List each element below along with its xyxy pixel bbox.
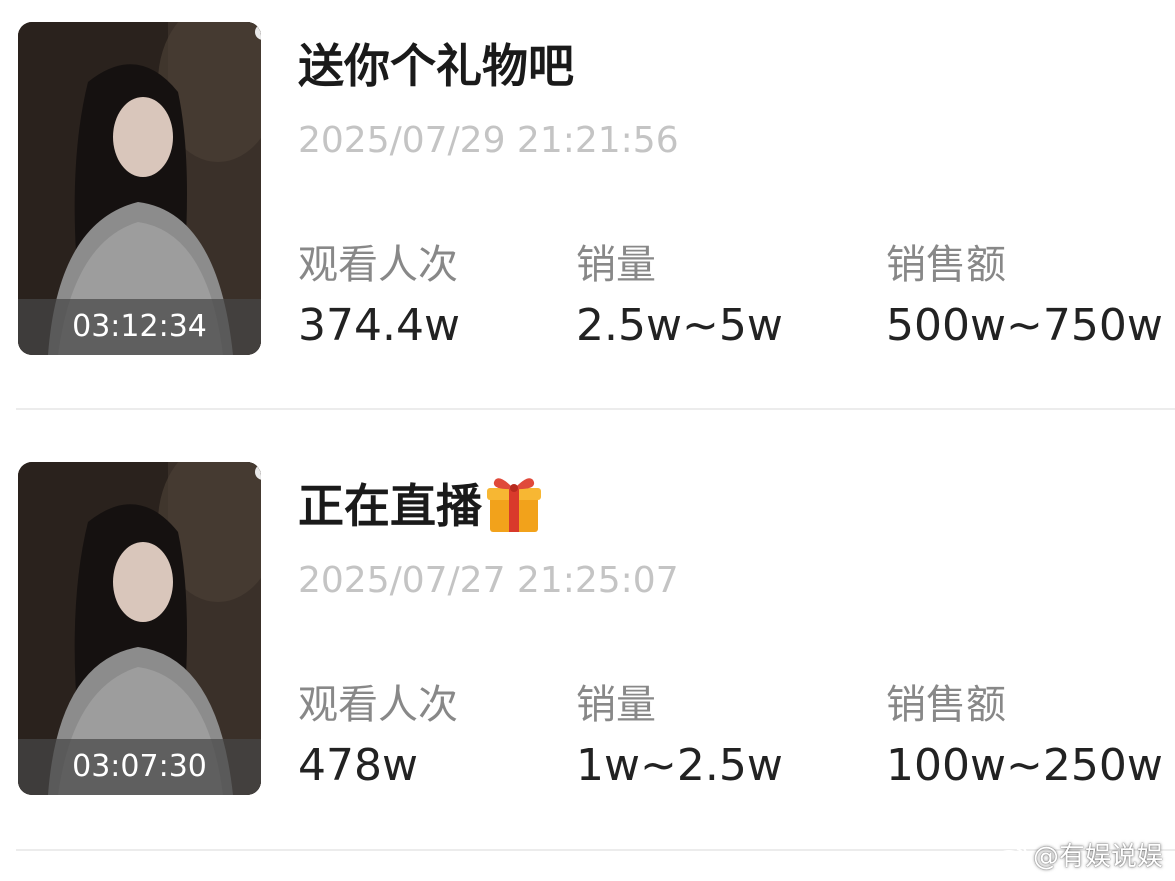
stat-amount-value: 100w~250w bbox=[886, 740, 1163, 791]
weibo-logo-icon bbox=[995, 843, 1027, 868]
live-title-text: 送你个礼物吧 bbox=[298, 39, 574, 93]
gift-emoji-icon bbox=[487, 478, 541, 532]
live-thumbnail[interactable]: 03:07:30 bbox=[18, 462, 261, 795]
live-title-text: 正在直播 bbox=[298, 479, 482, 533]
stat-amount: 销售额 100w~250w bbox=[886, 672, 1163, 791]
stat-sales-value: 2.5w~5w bbox=[576, 300, 783, 351]
stat-amount-value: 500w~750w bbox=[886, 300, 1163, 351]
stat-views: 观看人次 374.4w bbox=[298, 232, 460, 351]
stat-sales: 销量 1w~2.5w bbox=[576, 672, 783, 791]
stat-amount: 销售额 500w~750w bbox=[886, 232, 1163, 351]
live-title: 送你个礼物吧 bbox=[298, 30, 574, 96]
stat-views-label: 观看人次 bbox=[298, 242, 458, 288]
live-date: 2025/07/27 21:25:07 bbox=[298, 560, 679, 601]
stat-views: 观看人次 478w bbox=[298, 672, 458, 791]
stat-views-value: 374.4w bbox=[298, 300, 460, 351]
live-title: 正在直播 bbox=[298, 470, 544, 536]
duration-badge: 03:07:30 bbox=[18, 739, 261, 795]
stat-sales-label: 销量 bbox=[576, 242, 656, 288]
divider bbox=[16, 408, 1175, 410]
stat-amount-label: 销售额 bbox=[886, 242, 1006, 288]
live-date: 2025/07/29 21:21:56 bbox=[298, 120, 679, 161]
watermark-text: @有娱说娱 bbox=[1032, 842, 1163, 872]
live-record-card[interactable]: 03:12:34 送你个礼物吧 2025/07/29 21:21:56 观看人次… bbox=[0, 0, 1175, 430]
stat-views-label: 观看人次 bbox=[298, 682, 458, 728]
stat-views-value: 478w bbox=[298, 740, 418, 791]
stat-sales-label: 销量 bbox=[576, 682, 656, 728]
duration-badge: 03:12:34 bbox=[18, 299, 261, 355]
stat-sales-value: 1w~2.5w bbox=[576, 740, 783, 791]
stat-sales: 销量 2.5w~5w bbox=[576, 232, 783, 351]
weibo-watermark: @有娱说娱 bbox=[995, 836, 1163, 873]
stat-amount-label: 销售额 bbox=[886, 682, 1006, 728]
live-record-card[interactable]: 03:07:30 正在直播 2025/07/27 21:25:07 观看人次 4… bbox=[0, 440, 1175, 870]
live-thumbnail[interactable]: 03:12:34 bbox=[18, 22, 261, 355]
